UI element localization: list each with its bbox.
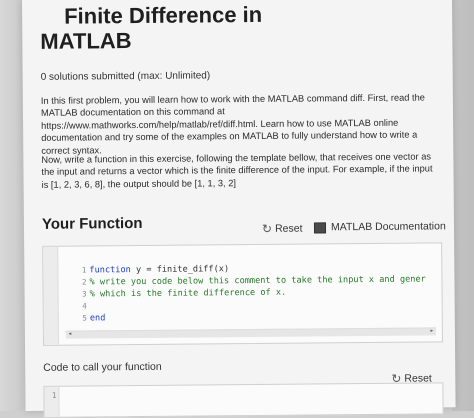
function-code-editor[interactable]: 1 function y = finite_diff(x) 2% write yo… [42, 242, 444, 346]
refresh-icon: ↻ [261, 221, 273, 236]
scroll-right-arrow-icon[interactable]: ▸ [430, 326, 434, 334]
background-right-edge [452, 0, 474, 411]
line-number: 1 [51, 390, 57, 400]
code-line-5[interactable]: 5 end [44, 297, 442, 323]
page-title-line1: Finite Difference in [64, 1, 263, 29]
documentation-icon [313, 221, 327, 233]
scroll-left-arrow-icon[interactable]: ◂ [68, 330, 72, 338]
reset-function-label: Reset [275, 222, 303, 235]
call-code-editor[interactable]: 1 [43, 382, 444, 418]
your-function-heading: Your Function [41, 214, 143, 233]
problem-description-intro: In this first problem, you will learn ho… [40, 92, 425, 156]
problem-page: Finite Difference in MATLAB 0 solutions … [22, 0, 456, 418]
page-title: Finite Difference in MATLAB [40, 2, 300, 54]
editor-horizontal-scrollbar[interactable]: ◂ ▸ [65, 326, 436, 339]
matlab-documentation-button[interactable]: MATLAB Documentation [313, 220, 446, 234]
reset-function-button[interactable]: ↻ Reset [262, 222, 303, 236]
submission-count: 0 solutions submitted (max: Unlimited) [40, 70, 211, 83]
code-keyword: end [89, 313, 106, 324]
line-number: 5 [82, 313, 87, 323]
matlab-documentation-label: MATLAB Documentation [330, 220, 446, 234]
background-left-edge [0, 0, 22, 411]
call-function-heading: Code to call your function [43, 360, 162, 374]
page-title-line2: MATLAB [40, 28, 132, 54]
problem-description-task: Now, write a function in this exercise, … [41, 151, 433, 190]
